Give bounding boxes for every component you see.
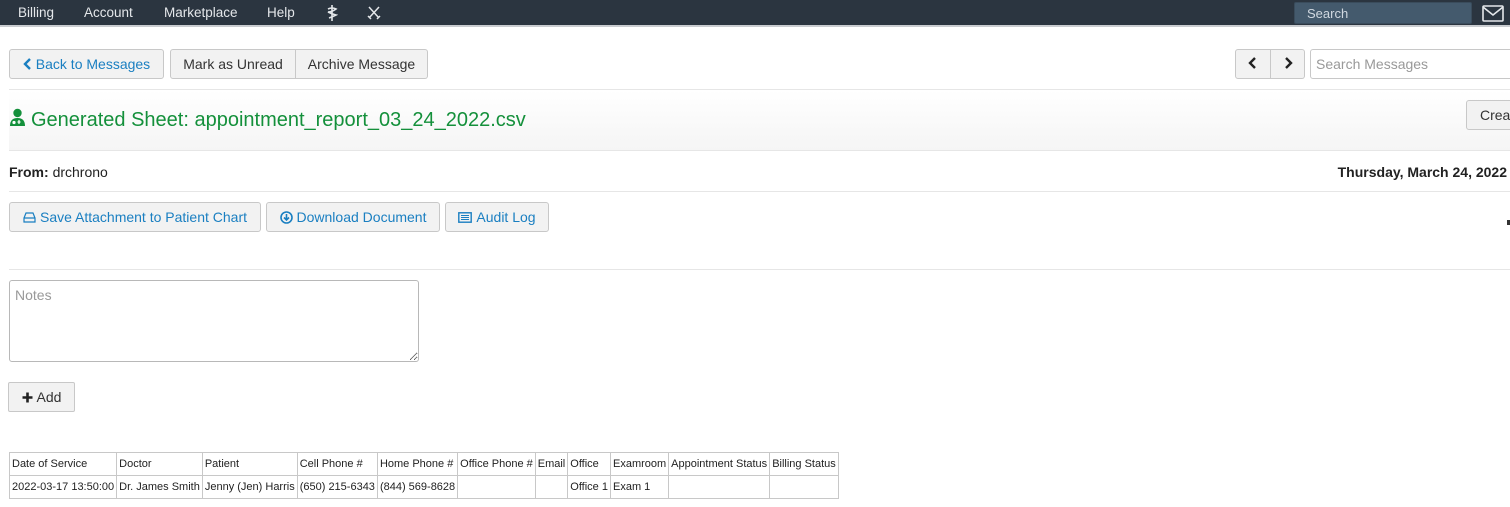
column-header: Office Phone # bbox=[457, 452, 536, 476]
list-alt-icon bbox=[458, 211, 473, 223]
table-cell: Exam 1 bbox=[609, 475, 670, 499]
user-md-icon bbox=[9, 108, 31, 132]
column-header: Billing Status bbox=[769, 452, 839, 476]
caduceus-icon[interactable] bbox=[326, 4, 339, 27]
table-cell: Jenny (Jen) Harris bbox=[201, 475, 298, 499]
nav-help[interactable]: Help bbox=[267, 5, 295, 20]
audit-log-label: Audit Log bbox=[476, 209, 536, 225]
chevron-left-icon bbox=[1248, 56, 1258, 72]
crossed-swords-icon[interactable] bbox=[367, 4, 381, 25]
create-button[interactable]: Creat bbox=[1466, 100, 1510, 130]
message-date: Thursday, March 24, 2022 bbox=[1337, 164, 1507, 180]
table-cell: Dr. James Smith bbox=[116, 475, 203, 499]
global-search-input[interactable] bbox=[1294, 2, 1472, 24]
add-note-button[interactable]: Add bbox=[8, 382, 75, 412]
nav-marketplace[interactable]: Marketplace bbox=[164, 5, 238, 20]
back-to-messages-button[interactable]: Back to Messages bbox=[9, 49, 164, 79]
table-cell: (650) 215-6343 bbox=[296, 475, 378, 499]
download-document-label: Download Document bbox=[296, 209, 427, 225]
table-cell: Office 1 bbox=[567, 475, 611, 499]
chevron-right-icon bbox=[1283, 56, 1293, 72]
notes-textarea[interactable] bbox=[9, 280, 419, 362]
save-attachment-label: Save Attachment to Patient Chart bbox=[39, 209, 247, 225]
table-cell: (844) 569-8628 bbox=[376, 475, 459, 499]
table-row: 2022-03-17 13:50:00 Dr. James Smith Jenny … bbox=[8, 475, 839, 499]
table-cell: 2022-03-17 13:50:00 bbox=[8, 475, 118, 499]
chevron-left-icon bbox=[23, 58, 32, 70]
hdd-icon bbox=[23, 211, 36, 223]
divider bbox=[9, 269, 1510, 270]
column-header: Patient bbox=[201, 452, 298, 476]
envelope-icon[interactable] bbox=[1482, 5, 1504, 25]
plus-icon bbox=[22, 392, 33, 403]
back-to-messages-label: Back to Messages bbox=[35, 56, 151, 72]
audit-log-button[interactable]: Audit Log bbox=[445, 202, 549, 232]
nav-account[interactable]: Account bbox=[84, 5, 133, 20]
table-cell bbox=[769, 475, 839, 499]
from-label: From: bbox=[9, 164, 49, 180]
top-navbar: Billing Account Marketplace Help bbox=[0, 0, 1510, 27]
column-header: Appointment Status bbox=[668, 452, 771, 476]
table-cell bbox=[668, 475, 771, 499]
column-header: Date of Service bbox=[8, 452, 118, 476]
column-header: Doctor bbox=[116, 452, 203, 476]
next-message-button[interactable] bbox=[1271, 49, 1305, 79]
table-header-row: Date of Service Doctor Patient Cell Phone #… bbox=[8, 452, 839, 476]
column-header: Cell Phone # bbox=[296, 452, 378, 476]
download-circle-icon bbox=[279, 210, 293, 224]
download-document-button[interactable]: Download Document bbox=[266, 202, 440, 232]
column-header: Email bbox=[534, 452, 569, 476]
message-from: From: drchrono bbox=[9, 164, 108, 180]
column-header: Office bbox=[567, 452, 611, 476]
divider bbox=[9, 150, 1510, 151]
save-attachment-button[interactable]: Save Attachment to Patient Chart bbox=[9, 202, 261, 232]
column-header: Home Phone # bbox=[376, 452, 459, 476]
nav-billing[interactable]: Billing bbox=[18, 5, 54, 20]
search-messages-input[interactable] bbox=[1310, 49, 1510, 79]
mark-as-unread-button[interactable]: Mark as Unread bbox=[170, 49, 296, 79]
from-value: drchrono bbox=[52, 164, 108, 180]
previous-message-button[interactable] bbox=[1235, 49, 1271, 79]
message-title: Generated Sheet: appointment_report_03_2… bbox=[9, 108, 526, 132]
message-title-text: Generated Sheet: appointment_report_03_2… bbox=[31, 108, 526, 131]
table-cell bbox=[457, 475, 536, 499]
archive-message-button[interactable]: Archive Message bbox=[296, 49, 428, 79]
divider bbox=[9, 191, 1510, 192]
table-cell bbox=[534, 475, 569, 499]
sheet-table: Date of Service Doctor Patient Cell Phone #… bbox=[8, 452, 839, 499]
column-header: Examroom bbox=[609, 452, 670, 476]
add-note-label: Add bbox=[36, 389, 62, 405]
